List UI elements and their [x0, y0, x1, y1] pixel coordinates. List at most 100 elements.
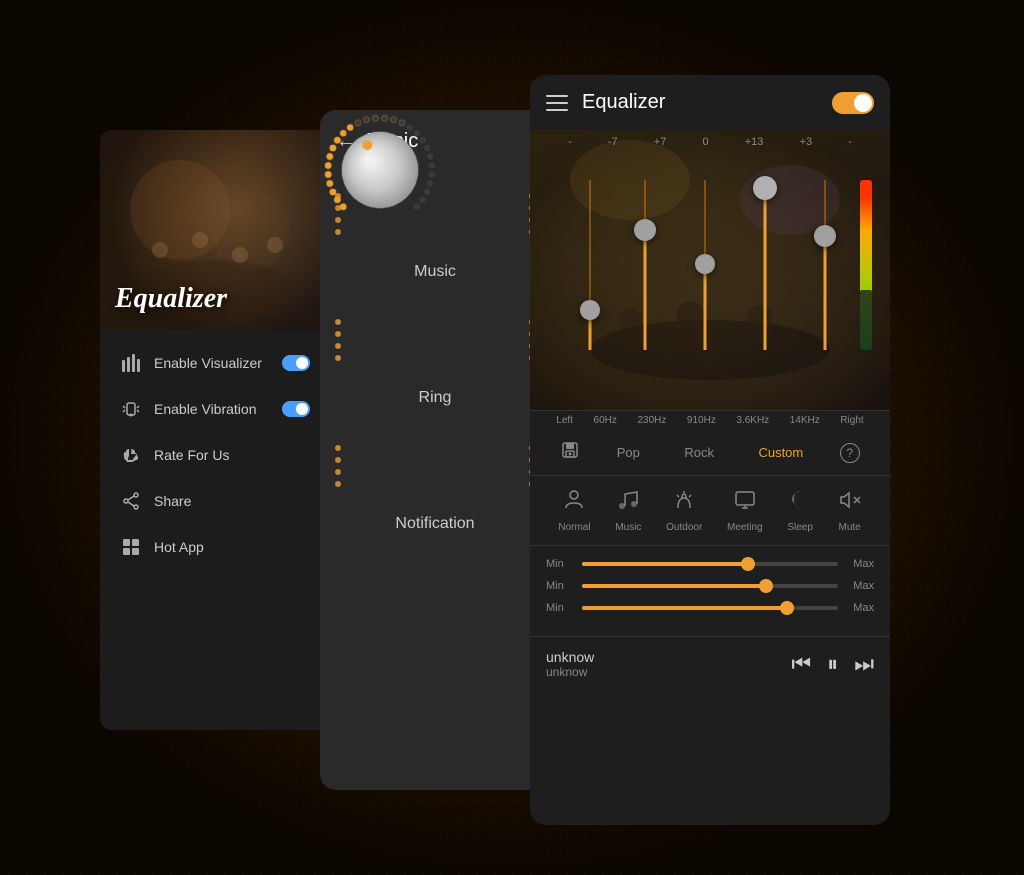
side-dot [335, 319, 341, 325]
knob-row-ring [320, 309, 550, 371]
visualizer-toggle[interactable] [282, 355, 310, 371]
volume-sliders: Min Max Min Max Min Max [530, 546, 890, 636]
menu-item-visualizer[interactable]: Enable Visualizer [100, 340, 330, 386]
hamburger-line-3 [546, 109, 568, 111]
mute-label: Mute [838, 522, 860, 533]
vol-min-3: Min [546, 602, 576, 614]
freq-label-14khz: 14KHz [790, 415, 820, 426]
eq-label-zero: 0 [702, 136, 708, 148]
normal-label: Normal [558, 522, 590, 533]
left-side-dots-2 [330, 309, 346, 371]
menu-label-visualizer: Enable Visualizer [154, 355, 262, 371]
hamburger-button[interactable] [546, 95, 568, 111]
meeting-label: Meeting [727, 522, 763, 533]
play-pause-button[interactable]: ⏸ [827, 651, 838, 677]
menu-item-rate[interactable]: Rate For Us [100, 432, 330, 478]
eq-label-plus7: +7 [654, 136, 667, 148]
sound-mode-normal[interactable]: Normal [558, 488, 590, 533]
sound-mode-music[interactable]: Music [615, 488, 641, 533]
help-button[interactable]: ? [840, 443, 860, 463]
sound-mode-meeting[interactable]: Meeting [727, 488, 763, 533]
menu-item-hotapp[interactable]: Hot App [100, 524, 330, 570]
vibration-icon [120, 398, 142, 420]
eq-sliders-svg [530, 160, 890, 380]
vol-track-3[interactable] [582, 606, 838, 610]
hotapp-icon [120, 536, 142, 558]
freq-label-230hz: 230Hz [637, 415, 666, 426]
app-title-text: Equalizer [115, 283, 227, 315]
preset-custom[interactable]: Custom [750, 441, 811, 464]
eq-chart: - -7 +7 0 +13 +3 - [530, 130, 890, 410]
freq-label-60hz: 60Hz [594, 415, 617, 426]
sleep-icon [788, 488, 812, 518]
knob-music-label: Music [414, 263, 456, 281]
menu-item-vibration[interactable]: Enable Vibration [100, 386, 330, 432]
preset-rock[interactable]: Rock [676, 441, 722, 464]
knob-notification-label: Notification [395, 515, 474, 533]
menu-label-hotapp: Hot App [154, 539, 204, 555]
knob-section-ring: Ring [320, 299, 550, 425]
right-panel: Equalizer - [530, 75, 890, 825]
vol-fill-2 [582, 584, 766, 588]
vol-max-1: Max [844, 558, 874, 570]
menu-label-rate: Rate For Us [154, 447, 229, 463]
vol-thumb-1[interactable] [741, 557, 755, 571]
side-dot [335, 343, 341, 349]
music-label: Music [615, 522, 641, 533]
outdoor-icon [672, 488, 696, 518]
vol-thumb-3[interactable] [780, 601, 794, 615]
sound-mode-mute[interactable]: Mute [838, 488, 862, 533]
left-panel: Equalizer Enable Visualizer [100, 130, 330, 730]
visualizer-icon [120, 352, 142, 374]
knob-notification[interactable] [320, 110, 440, 230]
preset-pop[interactable]: Pop [609, 441, 648, 464]
vol-track-2[interactable] [582, 584, 838, 588]
player-bar: unknow unknow ⏮ ⏸ ⏭ [530, 636, 890, 691]
menu-item-share[interactable]: Share [100, 478, 330, 524]
next-button[interactable]: ⏭ [854, 651, 874, 677]
side-dot [335, 445, 341, 451]
vol-fill-3 [582, 606, 787, 610]
left-menu: Enable Visualizer Enable Vibration [100, 330, 330, 580]
sound-modes: Normal Music Out [530, 476, 890, 546]
vol-max-3: Max [844, 602, 874, 614]
knob-ring-label: Ring [419, 389, 452, 407]
music-icon [616, 488, 640, 518]
preset-save-icon[interactable] [560, 440, 580, 465]
outdoor-label: Outdoor [666, 522, 702, 533]
sound-mode-sleep[interactable]: Sleep [787, 488, 813, 533]
vol-track-1[interactable] [582, 562, 838, 566]
vol-thumb-2[interactable] [759, 579, 773, 593]
freq-label-right: Right [840, 415, 863, 426]
app-header: Equalizer [100, 130, 330, 330]
eq-label-plus3: +3 [800, 136, 813, 148]
vol-max-2: Max [844, 580, 874, 592]
eq-value-labels: - -7 +7 0 +13 +3 - [530, 130, 890, 154]
prev-button[interactable]: ⏮ [791, 651, 811, 677]
mute-icon [838, 488, 862, 518]
vol-min-1: Min [546, 558, 576, 570]
eq-label-minus-right: - [848, 136, 852, 148]
eq-presets: Pop Rock Custom ? [530, 430, 890, 476]
side-dot [335, 457, 341, 463]
freq-label-910hz: 910Hz [687, 415, 716, 426]
knob-row-notification [320, 435, 550, 497]
eq-label-minus7: -7 [608, 136, 618, 148]
side-dot [335, 331, 341, 337]
eq-panel-title: Equalizer [582, 91, 832, 114]
eq-power-toggle[interactable] [832, 92, 874, 114]
player-controls: ⏮ ⏸ ⏭ [791, 651, 874, 677]
freq-label-3600hz: 3.6KHz [736, 415, 769, 426]
eq-label-plus13: +13 [745, 136, 764, 148]
freq-label-left: Left [556, 415, 573, 426]
side-dot [335, 481, 341, 487]
vibration-toggle[interactable] [282, 401, 310, 417]
sleep-label: Sleep [787, 522, 813, 533]
normal-icon [562, 488, 586, 518]
eq-header: Equalizer [530, 75, 890, 130]
menu-label-vibration: Enable Vibration [154, 401, 256, 417]
side-dot [335, 469, 341, 475]
vol-min-2: Min [546, 580, 576, 592]
sound-mode-outdoor[interactable]: Outdoor [666, 488, 702, 533]
knob-section-notification: Notification [320, 425, 550, 551]
